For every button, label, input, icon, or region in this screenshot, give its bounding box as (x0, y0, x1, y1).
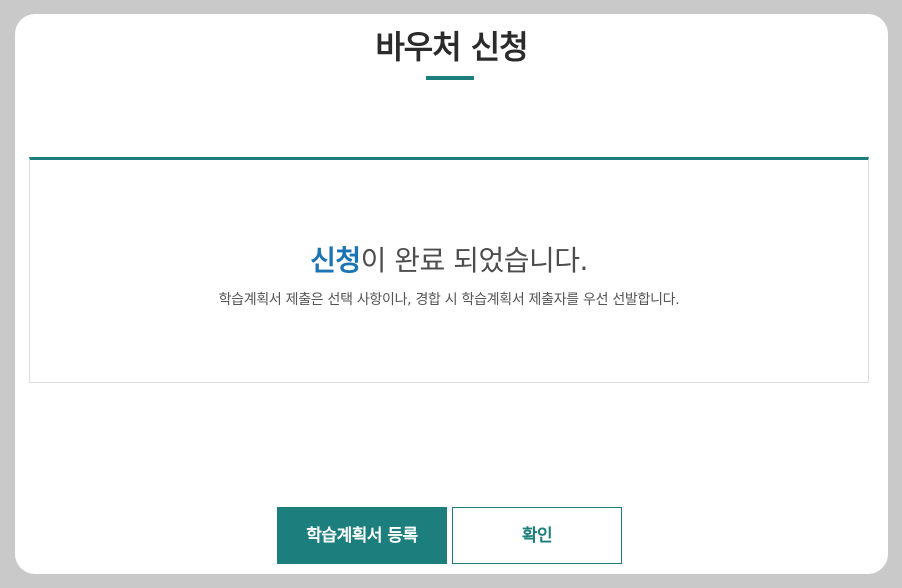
dialog-title: 바우처 신청 (375, 28, 528, 66)
result-note: 학습계획서 제출은 선택 사항이나, 경합 시 학습계획서 제출자를 우선 선발… (218, 292, 680, 308)
confirm-button[interactable]: 확인 (452, 507, 622, 564)
voucher-dialog: 바우처 신청 신청이 완료 되었습니다. 학습계획서 제출은 선택 사항이나, … (15, 14, 888, 574)
result-panel: 신청이 완료 되었습니다. 학습계획서 제출은 선택 사항이나, 경합 시 학습… (29, 157, 869, 383)
register-study-plan-button[interactable]: 학습계획서 등록 (277, 507, 447, 564)
result-heading-highlight: 신청 (310, 244, 361, 277)
title-underline (426, 76, 474, 80)
result-heading-text: 이 완료 되었습니다. (360, 244, 589, 277)
result-heading: 신청이 완료 되었습니다. (30, 239, 868, 279)
